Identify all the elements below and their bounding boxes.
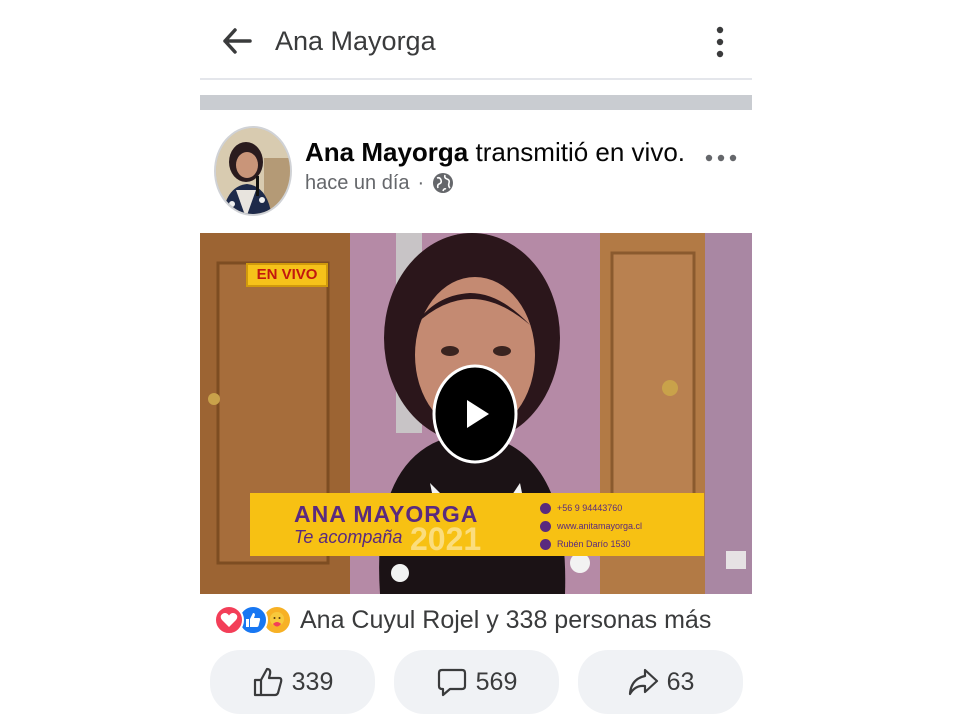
post-action-text: transmitió en vivo.	[468, 137, 686, 167]
play-icon	[432, 364, 518, 464]
contact-web: www.anitamayorga.cl	[557, 521, 643, 531]
like-button[interactable]: 339	[210, 650, 375, 714]
contact-address: Rubén Darío 1530	[557, 539, 631, 549]
meta-separator: ·	[417, 172, 425, 194]
kebab-menu-icon	[716, 26, 724, 58]
post-options-button[interactable]	[704, 148, 738, 168]
comment-bubble-icon	[437, 668, 466, 697]
post-meta: hace un día ·	[305, 170, 454, 196]
post-actions: 339 569 63	[210, 650, 744, 714]
comment-button[interactable]: 569	[394, 650, 559, 714]
post-timestamp[interactable]: hace un día	[305, 170, 410, 196]
more-horizontal-icon	[705, 154, 737, 162]
live-video-player[interactable]: EN VIVO 2021 ANA MAYORGA Te acompaña +56…	[200, 233, 752, 594]
video-banner: 2021 ANA MAYORGA Te acompaña +56 9 94443…	[250, 493, 704, 557]
love-reaction-icon	[214, 605, 244, 635]
banner-contacts: +56 9 94443760 www.anitamayorga.cl Rubén…	[540, 499, 642, 553]
facebook-mobile-view: Ana Mayorga Ana Mayorga transmitió en vi…	[200, 0, 752, 720]
live-badge: EN VIVO	[246, 263, 328, 287]
share-count: 63	[666, 667, 695, 696]
reactions-text: Ana Cuyul Rojel y 338 personas más	[300, 605, 712, 634]
contact-phone: +56 9 94443760	[557, 503, 623, 513]
web-icon	[540, 520, 551, 532]
play-button[interactable]	[432, 364, 518, 464]
arrow-left-icon	[223, 28, 252, 54]
top-bar: Ana Mayorga	[200, 0, 752, 80]
author-avatar[interactable]	[214, 126, 292, 216]
banner-name: ANA MAYORGA	[294, 501, 479, 527]
share-arrow-icon	[628, 668, 658, 696]
author-name-link[interactable]: Ana Mayorga	[305, 137, 468, 167]
post-author-line: Ana Mayorga transmitió en vivo.	[305, 136, 685, 168]
whatsapp-icon	[540, 502, 551, 514]
comment-count: 569	[475, 667, 518, 696]
feed-divider	[200, 95, 752, 110]
location-icon	[540, 538, 551, 550]
back-button[interactable]	[220, 24, 254, 58]
like-count: 339	[291, 667, 334, 696]
globe-icon	[433, 173, 454, 193]
more-options-button[interactable]	[706, 24, 734, 60]
page-title: Ana Mayorga	[275, 26, 436, 56]
thumbs-up-icon	[253, 667, 282, 697]
banner-subtitle: Te acompaña	[294, 527, 403, 547]
reactions-summary[interactable]: Ana Cuyul Rojel y 338 personas más	[214, 602, 711, 638]
share-button[interactable]: 63	[578, 650, 743, 714]
